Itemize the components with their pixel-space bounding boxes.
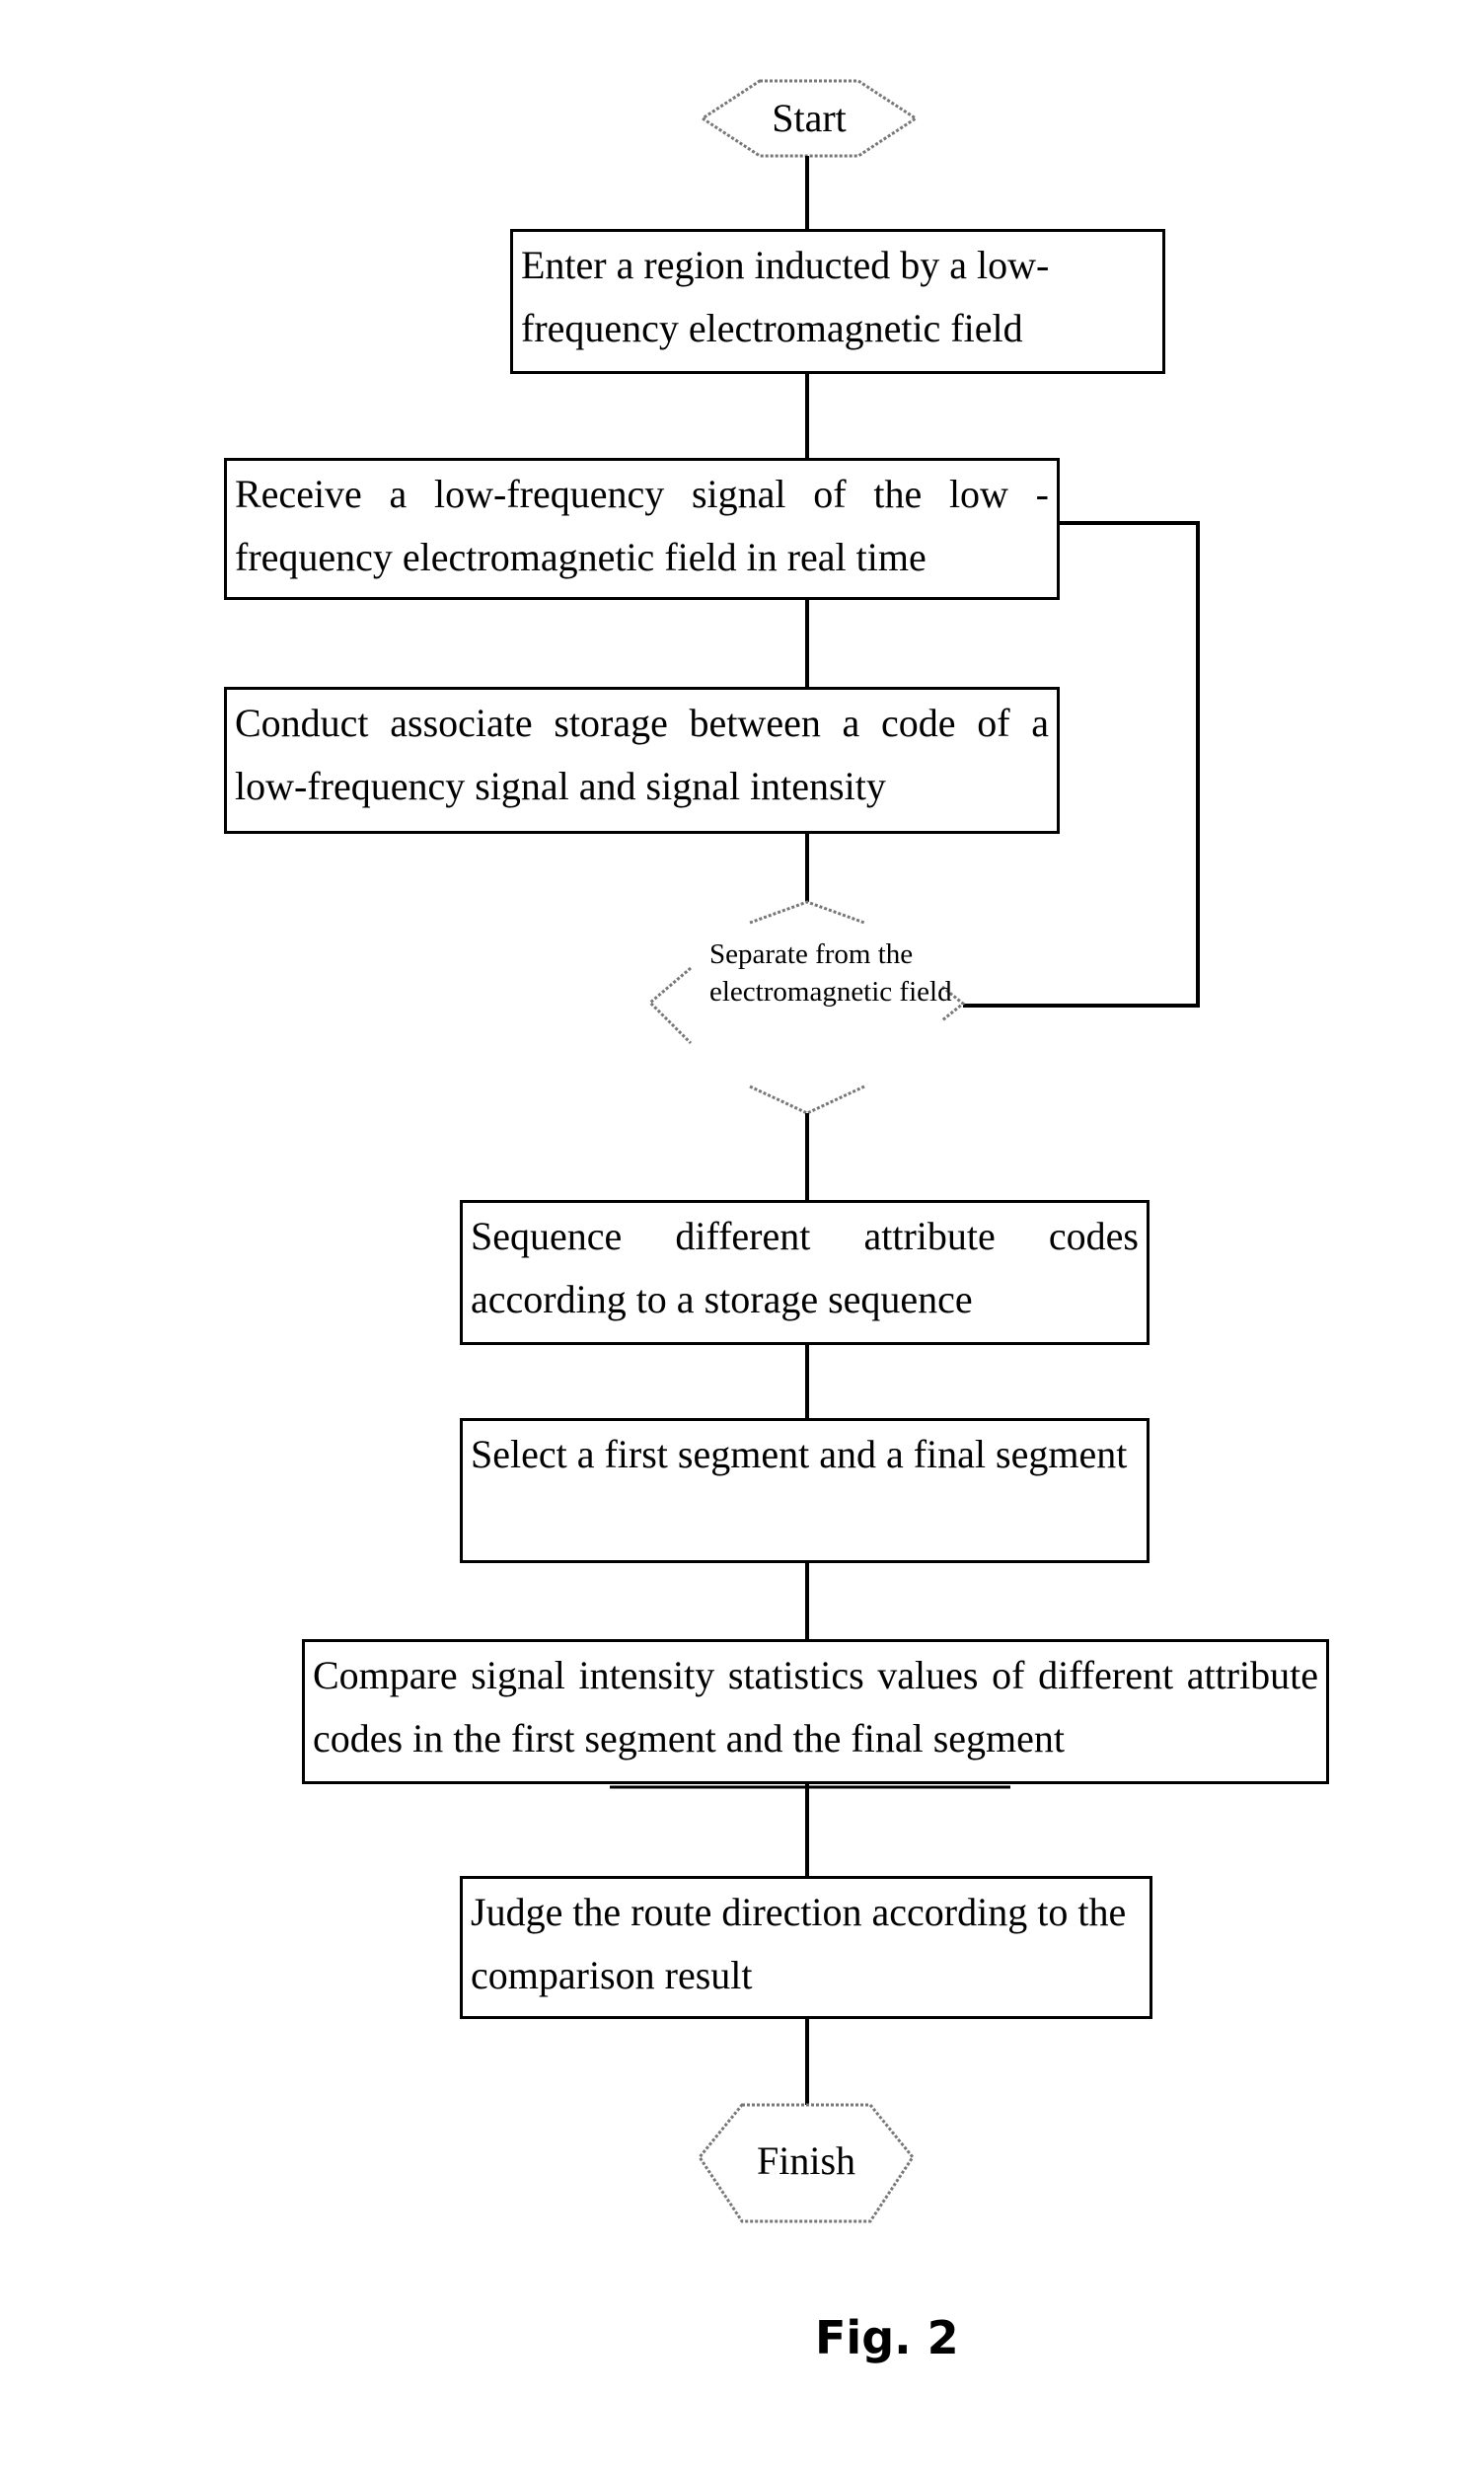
finish-label: Finish (756, 2138, 856, 2183)
step-5-box: Select a first segment and a final segme… (460, 1418, 1150, 1563)
decision-label: Separate from the electromagnetic field (709, 938, 952, 1008)
step-2-box: Receive a low-frequency signal of the lo… (224, 458, 1060, 600)
step-1-box: Enter a region inducted by a low-frequen… (510, 229, 1165, 374)
step-6-box: Compare signal intensity statistics valu… (302, 1639, 1329, 1784)
start-label: Start (772, 96, 847, 140)
step-4-box: Sequence different attribute codes accor… (460, 1200, 1150, 1345)
step-3-box: Conduct associate storage between a code… (224, 687, 1060, 834)
step-7-box: Judge the route direction according to t… (460, 1876, 1152, 2019)
figure-caption: Fig. 2 (815, 2311, 959, 2364)
